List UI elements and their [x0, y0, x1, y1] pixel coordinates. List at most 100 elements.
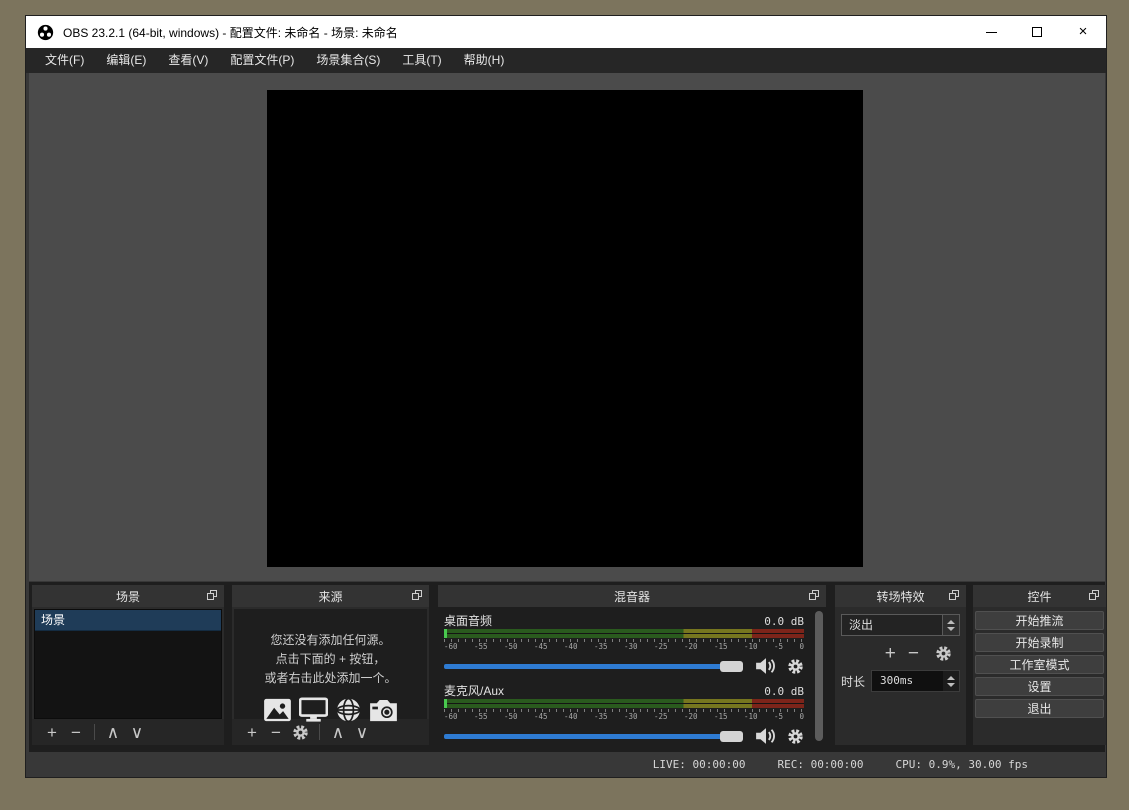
maximize-button[interactable] [1014, 16, 1060, 48]
control-button[interactable]: 设置 [975, 677, 1104, 696]
close-button[interactable]: × [1060, 16, 1106, 48]
float-panel-icon[interactable] [207, 590, 218, 601]
camera-source-icon [369, 697, 398, 723]
transition-select[interactable]: 淡出 [841, 614, 960, 636]
spin-down-icon [947, 627, 955, 631]
mixer-channel-desktop-audio: 桌面音频 0.0 dB -60-55-50-45-40-35-30-25-20-… [444, 612, 804, 675]
sources-empty-line: 或者右击此处添加一个。 [264, 669, 396, 688]
scale-tick-label: -30 [624, 642, 638, 652]
scale-tick-label: -60 [444, 712, 458, 722]
scene-down-button[interactable]: ∨ [125, 724, 149, 741]
minimize-icon [986, 32, 997, 33]
float-panel-icon[interactable] [412, 590, 423, 601]
add-source-button[interactable]: + [240, 724, 264, 741]
preview-area [29, 73, 1105, 581]
source-type-icons [263, 697, 398, 723]
scene-up-button[interactable]: ∧ [101, 724, 125, 741]
duration-spinner[interactable] [943, 671, 959, 691]
window-title: OBS 23.2.1 (64-bit, windows) - 配置文件: 未命名… [63, 24, 398, 41]
volume-meter [444, 699, 804, 708]
menu-item[interactable]: 工具(T) [391, 48, 452, 73]
transitions-panel-header[interactable]: 转场特效 [835, 585, 966, 607]
meter-scale: -60-55-50-45-40-35-30-25-20-15-10-50 [444, 642, 804, 652]
control-button[interactable]: 开始推流 [975, 611, 1104, 630]
transition-select-spinner[interactable] [942, 615, 959, 635]
spin-down-icon [947, 683, 955, 687]
menu-item[interactable]: 配置文件(P) [219, 48, 305, 73]
sources-empty-line: 点击下面的 + 按钮， [264, 650, 396, 669]
transitions-panel-title: 转场特效 [876, 588, 924, 605]
browser-source-icon [335, 697, 362, 723]
menu-bar: 文件(F)编辑(E)查看(V)配置文件(P)场景集合(S)工具(T)帮助(H) [26, 48, 1106, 73]
scale-tick-label: -25 [654, 642, 668, 652]
sources-empty-text: 您还没有添加任何源。点击下面的 + 按钮，或者右击此处添加一个。 [264, 631, 396, 688]
float-panel-icon[interactable] [1089, 590, 1100, 601]
float-panel-icon[interactable] [809, 590, 820, 601]
scale-tick-label: -40 [564, 642, 578, 652]
mixer-scrollbar[interactable] [815, 611, 823, 741]
sources-panel: 来源 您还没有添加任何源。点击下面的 + 按钮，或者右击此处添加一个。 [232, 585, 429, 745]
mute-speaker-icon[interactable] [755, 727, 777, 745]
menu-item[interactable]: 场景集合(S) [305, 48, 391, 73]
volume-slider-handle[interactable] [720, 731, 743, 742]
channel-settings-gear-icon[interactable] [787, 658, 804, 675]
minimize-button[interactable] [968, 16, 1014, 48]
preview-canvas[interactable] [267, 90, 863, 567]
menu-item[interactable]: 查看(V) [157, 48, 219, 73]
remove-source-button[interactable]: − [264, 724, 288, 741]
volume-slider[interactable] [444, 734, 743, 739]
volume-slider[interactable] [444, 664, 743, 669]
mixer-panel-title: 混音器 [614, 588, 650, 605]
mixer-panel-header[interactable]: 混音器 [438, 585, 826, 607]
control-button[interactable]: 工作室模式 [975, 655, 1104, 674]
sources-empty-area[interactable]: 您还没有添加任何源。点击下面的 + 按钮，或者右击此处添加一个。 [234, 609, 427, 719]
transitions-body: 淡出 + − [835, 607, 966, 745]
control-button[interactable]: 开始录制 [975, 633, 1104, 652]
mixer-panel: 混音器 桌面音频 0.0 dB [438, 585, 826, 745]
float-panel-icon[interactable] [949, 590, 960, 601]
scene-list[interactable]: 场景 [34, 609, 222, 719]
title-bar[interactable]: OBS 23.2.1 (64-bit, windows) - 配置文件: 未命名… [26, 16, 1106, 48]
transition-tools: + − [841, 644, 956, 662]
sources-panel-header[interactable]: 来源 [232, 585, 429, 607]
control-button[interactable]: 退出 [975, 699, 1104, 718]
scale-tick-label: 0 [799, 642, 804, 652]
transition-properties-gear-icon[interactable] [935, 645, 952, 662]
add-transition-button[interactable]: + [885, 645, 896, 662]
scale-tick-label: -45 [534, 642, 548, 652]
source-properties-gear-icon[interactable] [292, 724, 309, 741]
channel-name: 桌面音频 [444, 612, 492, 629]
scale-tick-label: 0 [799, 712, 804, 722]
menu-item[interactable]: 文件(F) [34, 48, 95, 73]
duration-spinbox[interactable]: 300ms [871, 670, 960, 692]
channel-name: 麦克风/Aux [444, 682, 504, 699]
mute-speaker-icon[interactable] [755, 657, 777, 675]
scale-tick-label: -10 [744, 712, 758, 722]
add-scene-button[interactable]: + [40, 724, 64, 741]
channel-db-value: 0.0 dB [764, 685, 804, 698]
duration-label: 时长 [841, 673, 871, 690]
live-time: LIVE: 00:00:00 [653, 758, 746, 771]
volume-meter [444, 629, 804, 638]
scene-list-item[interactable]: 场景 [35, 610, 221, 631]
scale-tick-label: -45 [534, 712, 548, 722]
remove-scene-button[interactable]: − [64, 724, 88, 741]
duration-value: 300ms [872, 671, 943, 691]
source-down-button[interactable]: ∨ [350, 724, 374, 741]
scale-tick-label: -35 [594, 712, 608, 722]
scale-tick-label: -15 [714, 712, 728, 722]
scale-tick-label: -20 [684, 642, 698, 652]
channel-db-value: 0.0 dB [764, 615, 804, 628]
scale-tick-label: -10 [744, 642, 758, 652]
controls-panel-header[interactable]: 控件 [973, 585, 1106, 607]
spin-up-icon [947, 676, 955, 680]
volume-slider-handle[interactable] [720, 661, 743, 672]
remove-transition-button[interactable]: − [908, 645, 919, 662]
rec-time: REC: 00:00:00 [777, 758, 863, 771]
close-icon: × [1079, 27, 1088, 37]
scenes-panel-header[interactable]: 场景 [32, 585, 224, 607]
source-up-button[interactable]: ∧ [326, 724, 350, 741]
menu-item[interactable]: 帮助(H) [453, 48, 516, 73]
channel-settings-gear-icon[interactable] [787, 728, 804, 745]
menu-item[interactable]: 编辑(E) [95, 48, 157, 73]
